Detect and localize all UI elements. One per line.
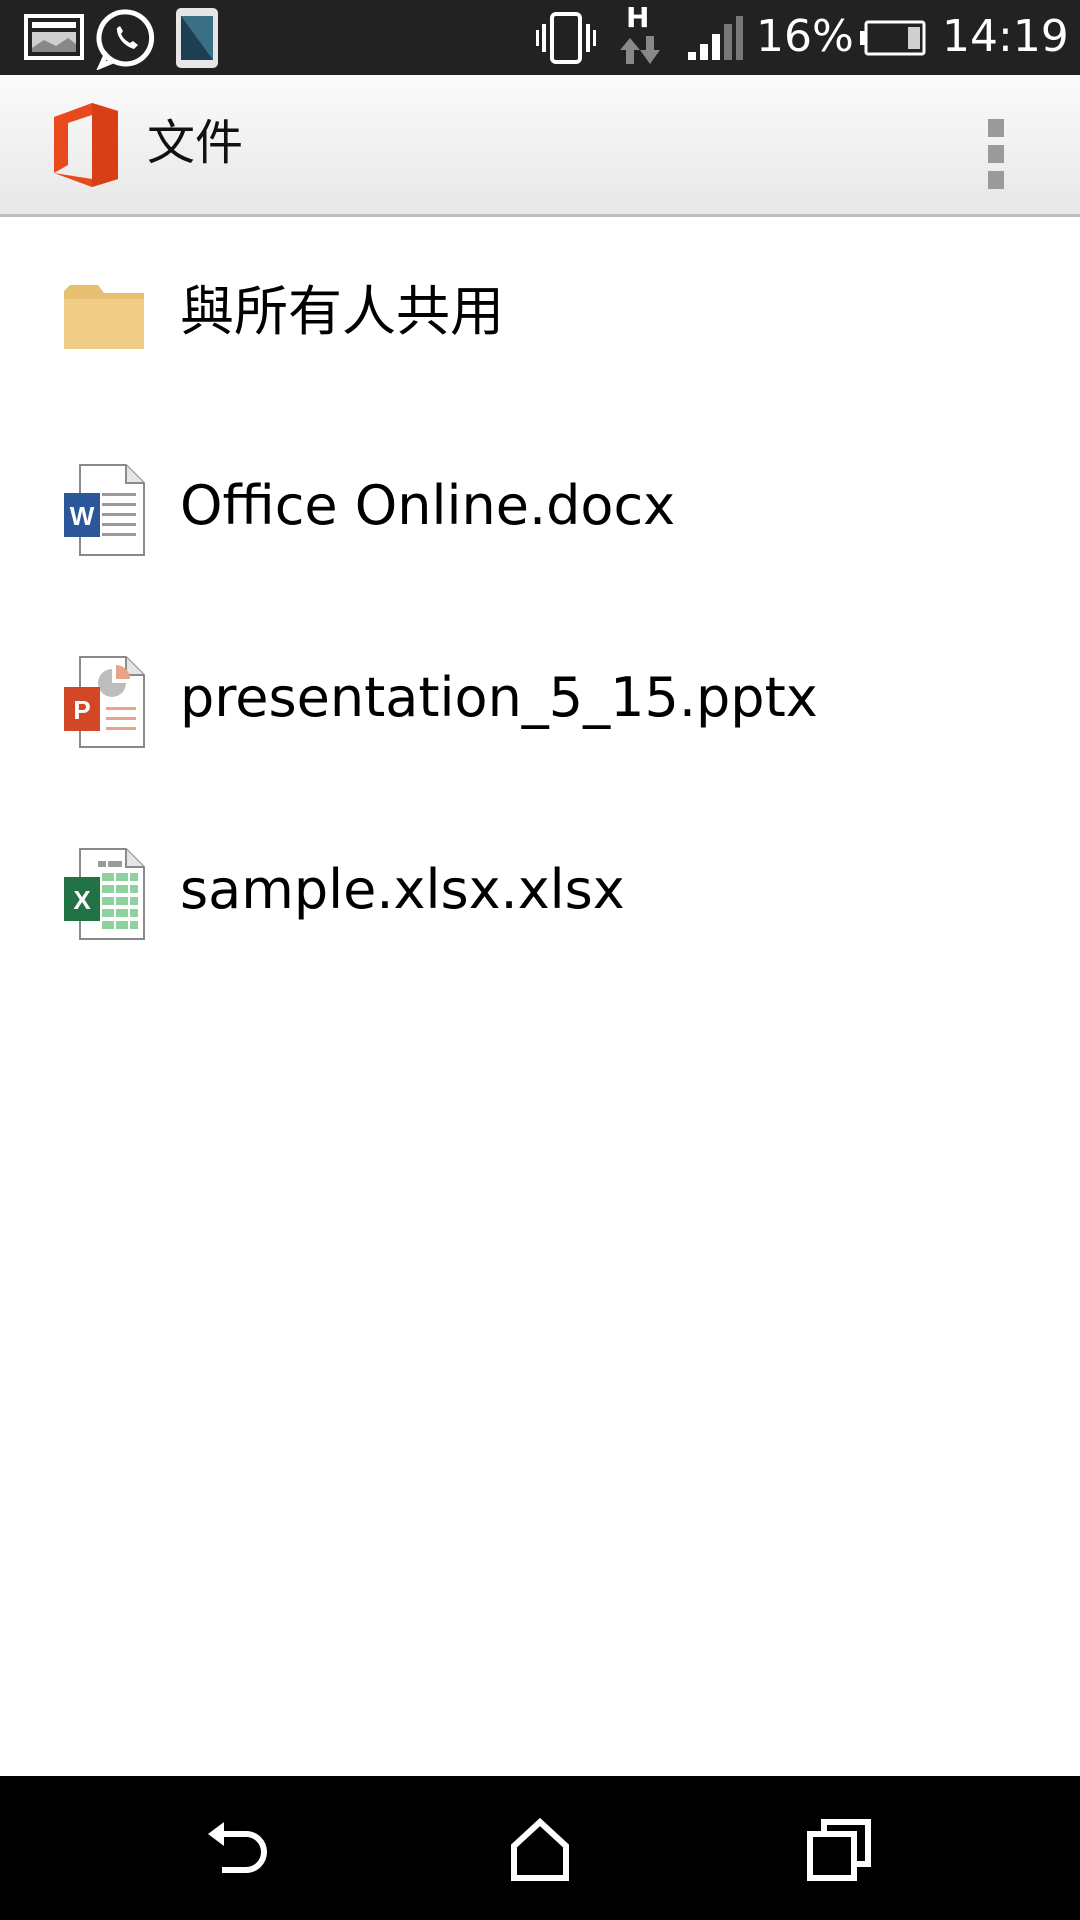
list-item[interactable]: 與所有人共用 — [0, 217, 1080, 409]
network-type-label: H — [626, 1, 650, 34]
svg-text:W: W — [70, 501, 95, 531]
overflow-menu-icon[interactable] — [968, 105, 1024, 189]
signal-icon — [688, 16, 743, 60]
list-item[interactable]: X sample.xlsx.xlsx — [0, 793, 1080, 985]
recent-apps-icon[interactable] — [802, 1812, 878, 1888]
excel-doc-icon: X — [64, 848, 145, 940]
phone-screen-icon — [176, 8, 218, 68]
list-item[interactable]: P presentation_5_15.pptx — [0, 601, 1080, 793]
gallery-icon — [24, 14, 84, 60]
battery-percent: 16% — [756, 11, 854, 62]
svg-text:X: X — [73, 885, 91, 915]
powerpoint-doc-icon: P — [64, 656, 145, 748]
file-name: sample.xlsx.xlsx — [180, 858, 625, 921]
home-icon[interactable] — [502, 1812, 578, 1888]
status-bar: H 16% 14:19 — [0, 0, 1080, 75]
clock: 14:19 — [942, 11, 1069, 62]
file-name: presentation_5_15.pptx — [180, 666, 818, 729]
folder-icon — [64, 285, 144, 349]
nav-bar — [0, 1776, 1080, 1920]
back-icon[interactable] — [202, 1812, 278, 1888]
file-name: Office Online.docx — [180, 474, 676, 537]
vibrate-icon — [536, 12, 596, 64]
file-name: 與所有人共用 — [180, 280, 504, 343]
action-bar: 文件 — [0, 75, 1080, 217]
list-item[interactable]: W Office Online.docx — [0, 409, 1080, 601]
word-doc-icon: W — [64, 464, 145, 556]
data-transfer-icon — [620, 36, 660, 64]
office-logo-icon[interactable] — [46, 101, 120, 189]
page-title: 文件 — [147, 115, 244, 171]
file-list: 與所有人共用 W Office Online.docx P presentati… — [0, 217, 1080, 985]
whatsapp-icon — [96, 9, 155, 70]
screen: H 16% 14:19 文件 與所有人共用 W Office Online.do… — [0, 0, 1080, 1920]
svg-text:P: P — [73, 695, 90, 725]
battery-icon — [860, 20, 926, 56]
